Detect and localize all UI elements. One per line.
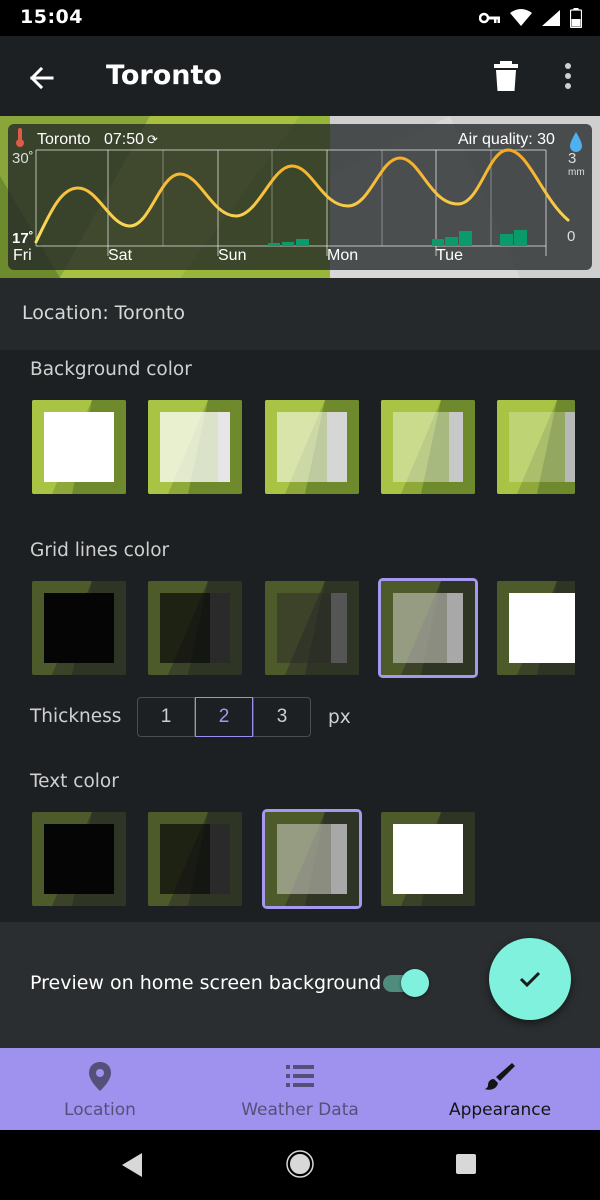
background-swatch-4[interactable] — [378, 397, 478, 497]
temp-min-label: 17˚ — [12, 230, 34, 247]
precip-bar — [500, 234, 513, 246]
precip-unit-label: mm — [568, 167, 585, 178]
precip-max-label: 3 — [568, 150, 577, 167]
wifi-icon — [510, 9, 532, 26]
text-swatch-3[interactable] — [262, 809, 362, 909]
text-swatch-1[interactable] — [29, 809, 129, 909]
arrow-back-icon[interactable] — [22, 58, 62, 98]
thickness-option-2[interactable]: 2 — [195, 697, 253, 737]
precip-bar — [282, 242, 294, 246]
nav-label-weather-data: Weather Data — [241, 1100, 359, 1120]
background-swatch-3[interactable] — [262, 397, 362, 497]
widget-preview: Toronto 07:50 ⟳ Air quality: 30 30˚ 17˚ … — [0, 116, 600, 278]
grid-lines-color-label: Grid lines color — [30, 540, 170, 561]
check-icon — [519, 971, 541, 988]
widget-time: 07:50 — [104, 131, 145, 148]
location-label: Location: Toronto — [22, 302, 185, 324]
grid-swatch-3[interactable] — [262, 578, 362, 678]
nav-item-weather-data[interactable]: Weather Data — [200, 1048, 400, 1130]
nav-item-location[interactable]: Location — [0, 1048, 200, 1130]
day-label: Sat — [108, 247, 133, 264]
more-vert-icon[interactable] — [553, 58, 583, 94]
temperature-curve — [34, 148, 570, 244]
grid-swatch-4[interactable] — [378, 578, 478, 678]
precip-bar — [296, 239, 309, 246]
nav-label-location: Location — [64, 1100, 136, 1120]
system-nav-bar — [0, 1130, 600, 1200]
toggle-thumb — [401, 969, 429, 997]
nav-back-icon[interactable] — [120, 1152, 144, 1178]
list-icon — [286, 1065, 314, 1087]
precip-bar — [459, 231, 472, 246]
day-label: Fri — [13, 247, 32, 264]
thickness-selector: 1 2 3 — [137, 697, 311, 737]
nav-label-appearance: Appearance — [448, 1100, 552, 1120]
raindrop-icon — [570, 132, 582, 152]
trash-icon[interactable] — [488, 58, 524, 94]
bottom-nav: Location Weather Data Appearance — [0, 1048, 600, 1130]
status-time: 15:04 — [20, 6, 83, 28]
page-title: Toronto — [106, 60, 222, 91]
grid-swatch-1[interactable] — [29, 578, 129, 678]
background-swatch-1[interactable] — [29, 397, 129, 497]
nav-recents-icon[interactable] — [455, 1153, 477, 1175]
key-icon — [479, 12, 500, 24]
thermometer-icon — [16, 128, 24, 147]
background-swatch-5[interactable] — [494, 397, 578, 497]
precip-min-label: 0 — [567, 228, 576, 245]
thickness-option-1[interactable]: 1 — [137, 697, 195, 737]
text-color-label: Text color — [30, 771, 119, 792]
temp-max-label: 30˚ — [12, 150, 34, 167]
status-bar: 15:04 — [0, 0, 600, 36]
grid-swatch-2[interactable] — [145, 578, 245, 678]
precip-bar — [514, 230, 527, 246]
preview-label: Preview on home screen background — [30, 972, 382, 994]
confirm-fab-button[interactable] — [489, 938, 571, 1020]
widget-air-quality: Air quality: 30 — [458, 131, 555, 148]
nav-item-appearance[interactable]: Appearance — [400, 1048, 600, 1130]
day-label: Mon — [327, 247, 359, 264]
thickness-unit: px — [328, 707, 351, 728]
refresh-icon: ⟳ — [147, 132, 158, 147]
signal-icon — [542, 10, 560, 26]
precip-bar — [432, 239, 444, 246]
day-label: Tue — [436, 247, 463, 264]
precip-bar — [268, 243, 280, 246]
app-bar: Toronto — [0, 36, 600, 116]
location-pin-icon — [89, 1062, 111, 1091]
nav-home-icon[interactable] — [286, 1150, 314, 1178]
widget-city: Toronto — [37, 131, 91, 148]
text-swatch-2[interactable] — [145, 809, 245, 909]
location-row[interactable]: Location: Toronto — [0, 278, 600, 350]
background-color-label: Background color — [30, 359, 192, 380]
thickness-option-3[interactable]: 3 — [253, 697, 311, 737]
day-label: Sun — [218, 247, 247, 264]
precip-bar — [445, 237, 458, 246]
background-swatch-2[interactable] — [145, 397, 245, 497]
thickness-label: Thickness — [30, 706, 122, 727]
text-swatch-4[interactable] — [378, 809, 478, 909]
grid-swatch-5[interactable] — [494, 578, 578, 678]
battery-icon — [570, 8, 582, 28]
brush-icon — [485, 1063, 515, 1090]
preview-toggle[interactable] — [383, 968, 431, 998]
